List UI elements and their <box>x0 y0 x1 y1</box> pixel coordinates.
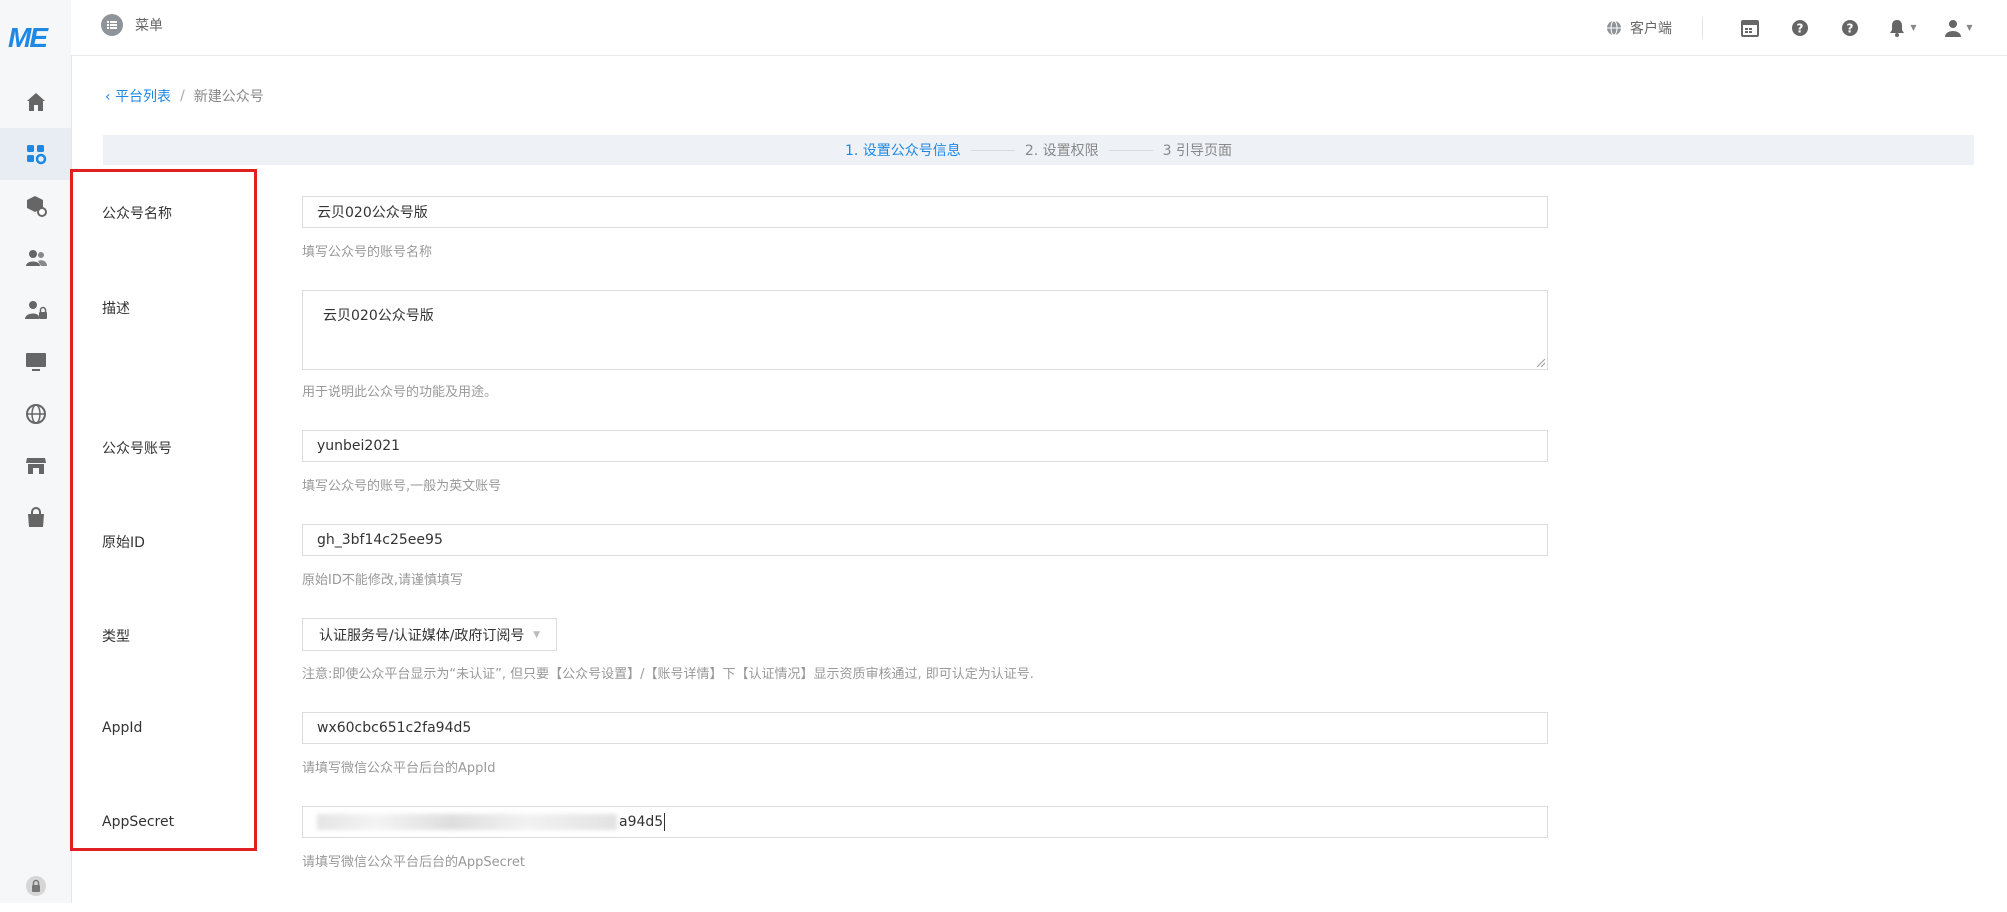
toolbar-divider <box>1702 16 1703 39</box>
appsecret-label: AppSecret <box>102 814 175 830</box>
chevron-down-icon: ▼ <box>1910 23 1917 32</box>
nav-shop[interactable] <box>0 492 71 544</box>
cube-settings-icon <box>26 196 47 217</box>
appsecret-blurred-value: a94d5 <box>317 813 666 831</box>
store-icon <box>25 458 46 474</box>
menu-label: 菜单 <box>135 18 163 34</box>
description-value: 云贝020公众号版 <box>323 308 434 324</box>
step-3: 3 引导页面 <box>1162 143 1232 159</box>
step-2: 2. 设置权限 <box>1024 143 1099 159</box>
original-id-help: 原始ID不能修改,请谨慎填写 <box>302 573 463 588</box>
question-icon: ? <box>1842 19 1858 36</box>
breadcrumb-back-link[interactable]: ‹ 平台列表 <box>105 86 171 106</box>
svg-text:?: ? <box>1797 21 1804 35</box>
redacted-blur <box>317 814 617 830</box>
faq-button[interactable]: ? <box>1825 0 1875 55</box>
step-connector <box>1108 149 1153 151</box>
appid-label: AppId <box>102 720 143 736</box>
step-1: 1. 设置公众号信息 <box>845 143 961 159</box>
description-textarea[interactable]: 云贝020公众号版 <box>302 290 1548 370</box>
account-label: 公众号账号 <box>102 441 172 457</box>
appsecret-help: 请填写微信公众平台后台的AppSecret <box>302 855 525 870</box>
shopping-bag-icon <box>27 507 44 527</box>
breadcrumb-separator: / <box>180 88 185 104</box>
step-connector <box>970 149 1015 151</box>
chevron-down-icon: ▼ <box>533 629 540 640</box>
nav-users[interactable] <box>0 232 71 284</box>
nav-home[interactable] <box>0 76 71 128</box>
nav-global[interactable] <box>0 388 71 440</box>
svg-text:?: ? <box>1847 21 1854 35</box>
original-id-label: 原始ID <box>102 535 145 551</box>
notifications-dropdown[interactable]: ▼ <box>1875 0 1929 55</box>
help-button[interactable]: ? <box>1775 0 1825 55</box>
chevron-left-icon: ‹ <box>105 89 116 105</box>
nav-monitor[interactable] <box>0 336 71 388</box>
sidebar: ME <box>0 0 72 903</box>
appid-help: 请填写微信公众平台后台的AppId <box>302 761 496 776</box>
top-right-tools: 客户端 ? ? ▼ ▼ <box>1606 0 2007 55</box>
help-icon: ? <box>1792 19 1808 36</box>
highlight-annotation <box>70 169 257 851</box>
account-input[interactable]: yunbei2021 <box>302 430 1548 462</box>
breadcrumb: ‹ 平台列表 / 新建公众号 <box>105 86 264 106</box>
account-help: 填写公众号的账号,一般为英文账号 <box>302 479 502 494</box>
app-logo[interactable]: ME <box>8 22 64 54</box>
nav-lock[interactable] <box>0 860 71 912</box>
original-id-input[interactable]: gh_3bf14c25ee95 <box>302 524 1548 556</box>
client-globe-icon <box>1607 20 1621 35</box>
nav-store[interactable] <box>0 440 71 492</box>
type-selected-value: 认证服务号/认证媒体/政府订阅号 <box>319 627 525 644</box>
monitor-icon <box>25 353 46 371</box>
globe-icon <box>25 404 46 424</box>
menu-toggle[interactable]: 菜单 <box>101 14 163 36</box>
menu-list-icon <box>101 14 123 36</box>
type-help: 注意:即使公众平台显示为“未认证”, 但只要【公众号设置】/【账号详情】下【认证… <box>302 667 1034 682</box>
client-link[interactable]: 客户端 <box>1606 18 1672 38</box>
nav-user-permissions[interactable] <box>0 284 71 336</box>
appsecret-visible-suffix: a94d5 <box>619 814 664 830</box>
text-cursor <box>664 813 666 831</box>
nav-packages[interactable] <box>0 180 71 232</box>
type-label: 类型 <box>102 629 130 645</box>
bell-icon <box>1890 19 1905 37</box>
calendar-icon <box>1741 19 1759 37</box>
description-help: 用于说明此公众号的功能及用途。 <box>302 385 498 400</box>
user-lock-icon <box>24 301 47 319</box>
name-label: 公众号名称 <box>102 206 172 222</box>
wizard-steps: 1. 设置公众号信息 2. 设置权限 3 引导页面 <box>103 135 1974 165</box>
lock-icon <box>25 876 46 896</box>
name-help: 填写公众号的账号名称 <box>302 245 433 260</box>
users-icon <box>25 250 47 266</box>
resize-handle-icon[interactable] <box>1537 359 1545 367</box>
appsecret-input[interactable]: a94d5 <box>302 806 1548 838</box>
user-dropdown[interactable]: ▼ <box>1929 0 1987 55</box>
apps-settings-icon <box>26 145 46 165</box>
name-input[interactable]: 云贝020公众号版 <box>302 196 1548 228</box>
description-label: 描述 <box>102 301 130 317</box>
breadcrumb-current: 新建公众号 <box>193 89 264 105</box>
client-label: 客户端 <box>1630 20 1672 37</box>
top-bar: 菜单 客户端 ? ? ▼ ▼ <box>71 0 2007 56</box>
chevron-down-icon: ▼ <box>1966 23 1973 32</box>
appid-input[interactable]: wx60cbc651c2fa94d5 <box>302 712 1548 744</box>
calendar-button[interactable] <box>1725 0 1775 55</box>
type-select[interactable]: 认证服务号/认证媒体/政府订阅号 ▼ <box>302 618 557 651</box>
nav-apps[interactable] <box>0 128 71 180</box>
home-icon <box>26 93 45 111</box>
user-icon <box>1945 19 1962 37</box>
